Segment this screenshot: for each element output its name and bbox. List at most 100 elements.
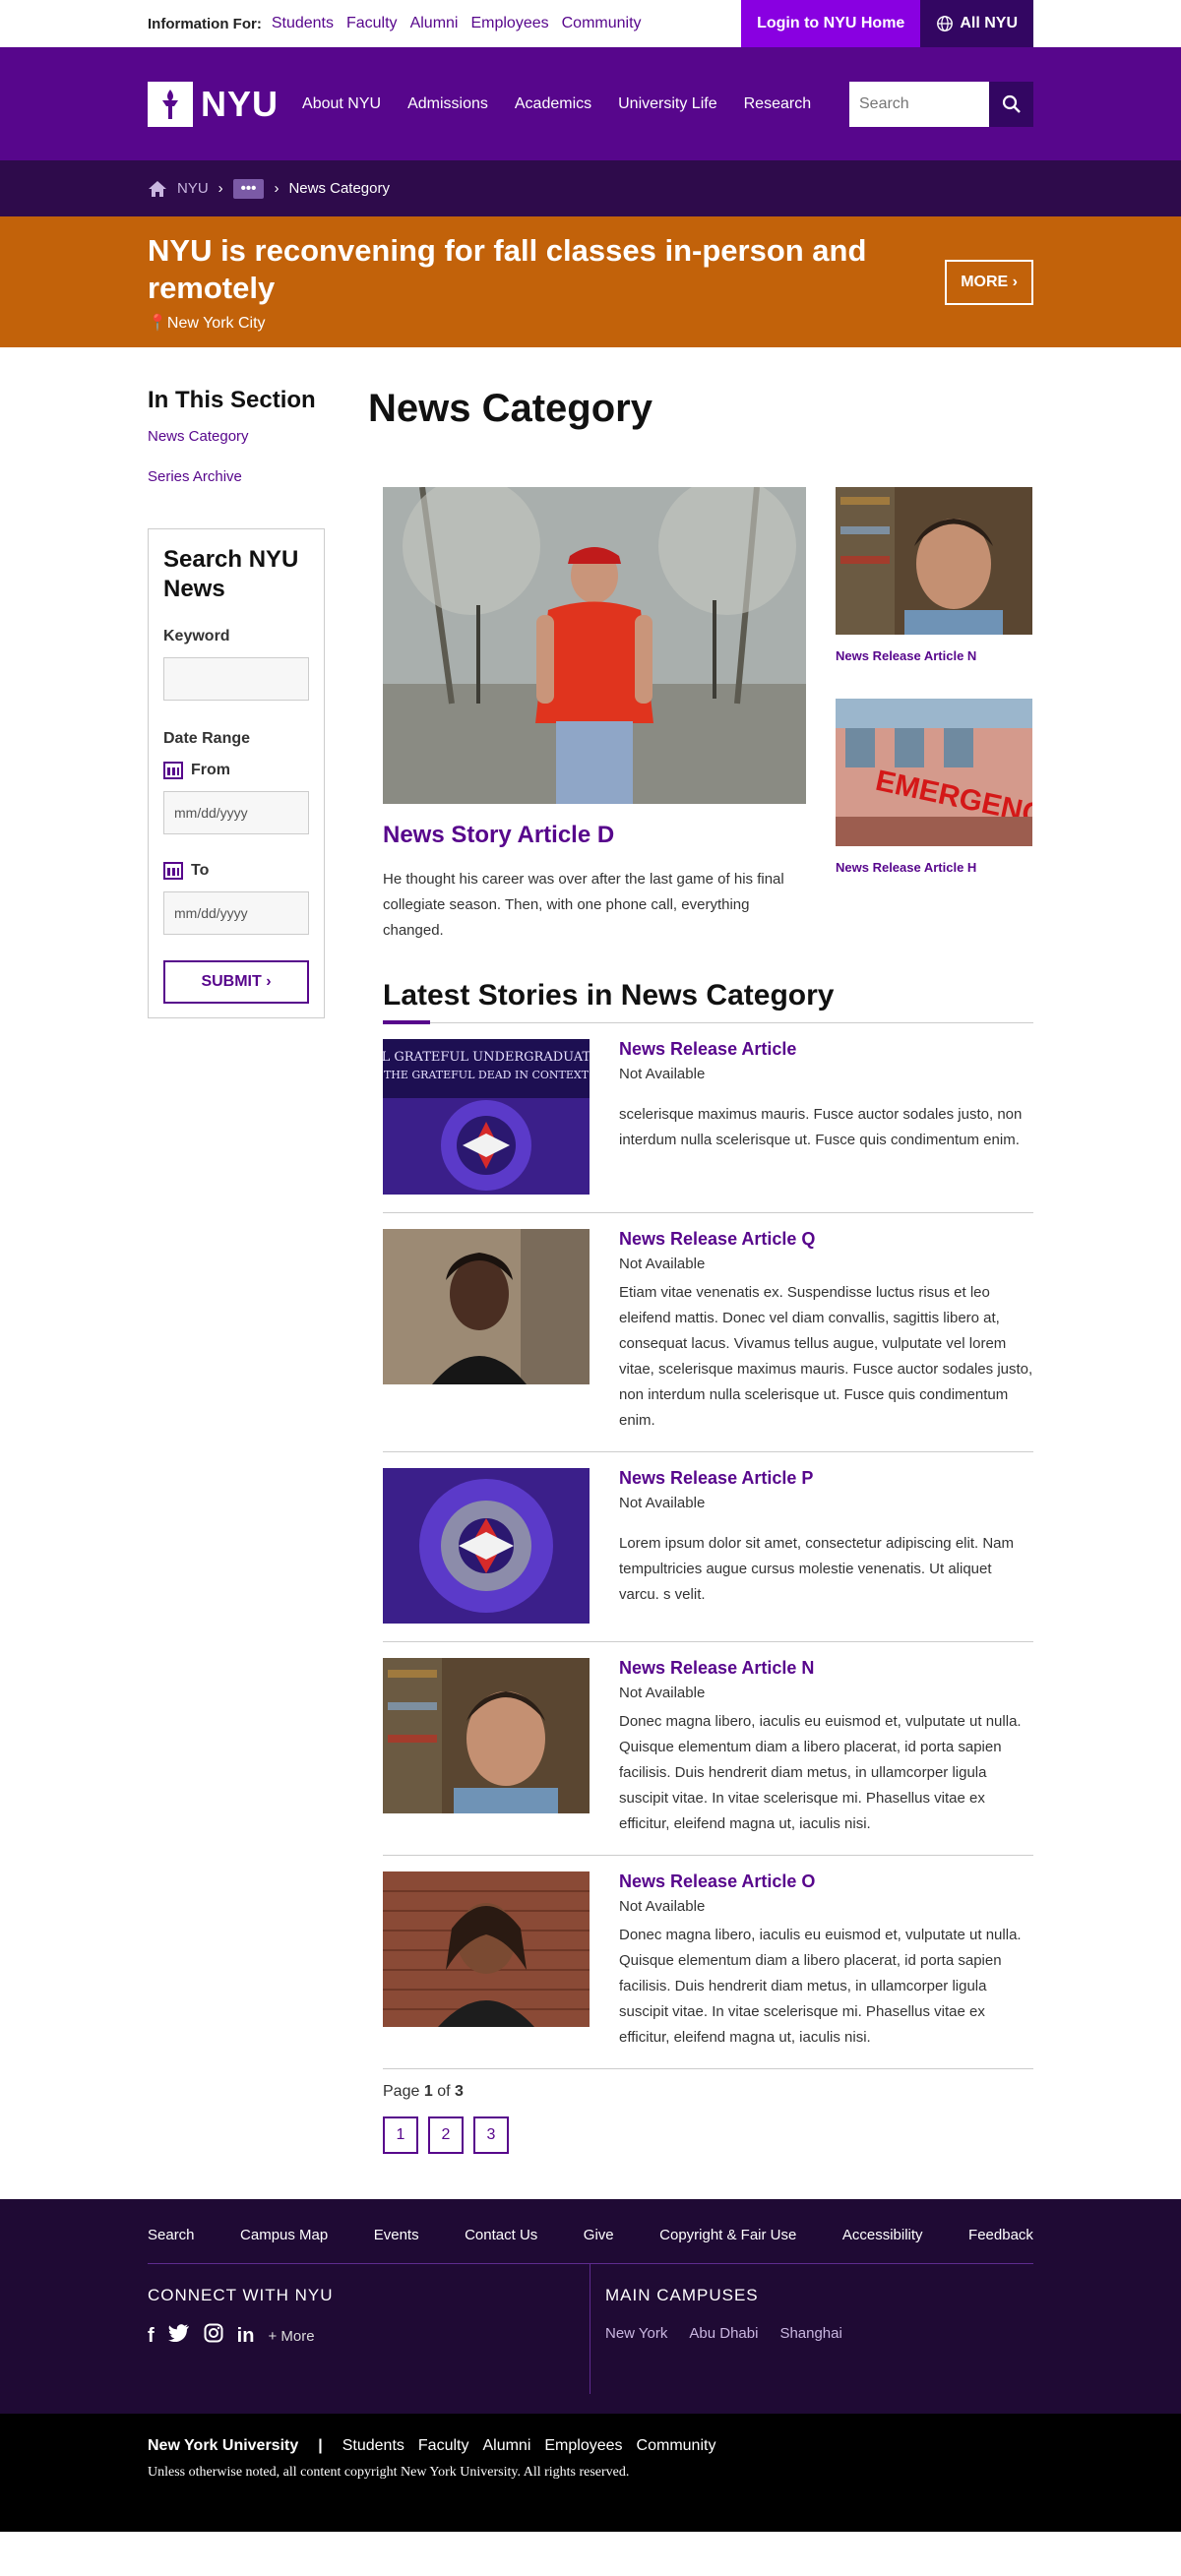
nav-academics[interactable]: Academics (515, 95, 591, 113)
search-news-card: Search NYU News Keyword Date Range From … (148, 528, 325, 1018)
connect-column: CONNECT WITH NYU f in + More (148, 2264, 590, 2394)
submit-button[interactable]: SUBMIT › (163, 960, 309, 1004)
story-thumbnail[interactable]: ALL GRATEFUL UNDERGRADUATES THE GRATEFUL… (383, 1039, 590, 1195)
utility-link-community[interactable]: Community (562, 15, 642, 32)
side-card[interactable]: EMERGENCY News Release Article H (836, 699, 1032, 875)
story-thumbnail[interactable] (383, 1229, 590, 1384)
page-prefix: Page (383, 2083, 420, 2100)
bottom-link-faculty[interactable]: Faculty (418, 2437, 469, 2455)
story-thumbnail[interactable] (383, 1468, 590, 1624)
calendar-icon (163, 762, 183, 779)
alert-more-button[interactable]: MORE › (945, 259, 1033, 305)
footer-links: Search Campus Map Events Contact Us Give… (148, 2227, 1033, 2264)
story-row: News Release Article P Not Available Lor… (383, 1452, 1033, 1642)
story-title[interactable]: News Release Article P (619, 1468, 1033, 1489)
search-icon (1002, 94, 1021, 113)
instagram-icon[interactable] (204, 2323, 223, 2349)
from-date-field[interactable]: mm/dd/yyyy (163, 791, 309, 834)
footer-link-events[interactable]: Events (374, 2227, 419, 2243)
breadcrumb-more-button[interactable]: ••• (232, 178, 265, 199)
campus-new-york[interactable]: New York (605, 2325, 667, 2342)
campus-abu-dhabi[interactable]: Abu Dhabi (689, 2325, 758, 2342)
home-icon[interactable] (148, 180, 167, 198)
copyright-notice: Unless otherwise noted, all content copy… (148, 2465, 630, 2480)
social-links: f in + More (148, 2323, 590, 2349)
facebook-icon[interactable]: f (148, 2325, 155, 2348)
utility-link-students[interactable]: Students (272, 15, 334, 32)
side-card-title[interactable]: News Release Article N (836, 648, 1032, 663)
footer-link-campus-map[interactable]: Campus Map (240, 2227, 328, 2243)
nav-research[interactable]: Research (744, 95, 811, 113)
campus-shanghai[interactable]: Shanghai (779, 2325, 841, 2342)
alert-banner: NYU is reconvening for fall classes in-p… (0, 216, 1181, 347)
all-nyu-button[interactable]: All NYU (920, 0, 1033, 47)
story-thumbnail[interactable] (383, 1658, 590, 1813)
chevron-right-icon: › (274, 180, 280, 197)
search-button[interactable] (989, 81, 1033, 127)
featured-main-story[interactable]: News Story Article D He thought his care… (383, 487, 806, 944)
sidebar: In This Section News Category Series Arc… (148, 387, 325, 2154)
story-subtitle: Not Available (619, 1685, 706, 1701)
side-card-photo[interactable]: EMERGENCY (836, 699, 1032, 846)
breadcrumb-current: News Category (288, 180, 390, 197)
side-card-title[interactable]: News Release Article H (836, 860, 1032, 875)
page-button-1[interactable]: 1 (383, 2116, 418, 2154)
story-excerpt: Donec magna libero, iaculis eu euismod e… (619, 1927, 1022, 2046)
story-title[interactable]: News Release Article N (619, 1658, 1033, 1679)
featured-photo[interactable] (383, 487, 806, 804)
page-title: News Category (368, 387, 653, 430)
page-of: of (437, 2083, 451, 2100)
footer-link-copyright[interactable]: Copyright & Fair Use (659, 2227, 796, 2243)
alert-location-text: New York City (166, 314, 266, 332)
breadcrumb-nyu[interactable]: NYU (177, 180, 209, 197)
footer-link-contact-us[interactable]: Contact Us (465, 2227, 537, 2243)
story-thumbnail[interactable] (383, 1871, 590, 2027)
footer-link-search[interactable]: Search (148, 2227, 195, 2243)
page-button-3[interactable]: 3 (473, 2116, 509, 2154)
sidebar-link-news-category[interactable]: News Category (148, 428, 325, 445)
footer-link-accessibility[interactable]: Accessibility (842, 2227, 923, 2243)
bottom-link-alumni[interactable]: Alumni (482, 2437, 530, 2455)
to-date-field[interactable]: mm/dd/yyyy (163, 891, 309, 935)
footer-link-feedback[interactable]: Feedback (968, 2227, 1033, 2243)
bottom-link-community[interactable]: Community (637, 2437, 716, 2455)
bottom-link-students[interactable]: Students (342, 2437, 404, 2455)
featured-story-desc: He thought his career was over after the… (383, 871, 784, 939)
side-card-photo[interactable] (836, 487, 1032, 635)
to-label-text: To (191, 862, 210, 879)
nav-university-life[interactable]: University Life (618, 95, 716, 113)
connect-title: CONNECT WITH NYU (148, 2286, 334, 2304)
story-row: News Release Article Q Not Available Eti… (383, 1213, 1033, 1452)
bottom-links: New York University | Students Faculty A… (148, 2437, 1033, 2455)
page-buttons: 1 2 3 (383, 2116, 1033, 2154)
chevron-right-icon: › (266, 973, 272, 990)
story-title[interactable]: News Release Article Q (619, 1229, 1033, 1250)
social-more-link[interactable]: + More (268, 2328, 314, 2345)
header-search (849, 81, 1033, 127)
twitter-icon[interactable] (167, 2324, 190, 2348)
torch-icon (148, 81, 193, 127)
story-title[interactable]: News Release Article (619, 1039, 1033, 1060)
utility-bar: Information For: Students Faculty Alumni… (0, 0, 1181, 47)
nav-about-nyu[interactable]: About NYU (302, 95, 381, 113)
nyu-logo[interactable]: NYU (148, 81, 279, 127)
linkedin-icon[interactable]: in (237, 2325, 255, 2348)
featured-stories: News Story Article D He thought his care… (383, 487, 1033, 944)
login-nyu-home-button[interactable]: Login to NYU Home (741, 0, 921, 47)
side-card[interactable]: News Release Article N (836, 487, 1032, 663)
keyword-field[interactable] (163, 657, 309, 701)
search-input[interactable] (849, 81, 989, 127)
utility-link-faculty[interactable]: Faculty (346, 15, 398, 32)
utility-link-alumni[interactable]: Alumni (410, 15, 459, 32)
sidebar-link-series-archive[interactable]: Series Archive (148, 468, 325, 485)
story-body: News Release Article P Not Available Lor… (619, 1468, 1033, 1624)
nav-admissions[interactable]: Admissions (407, 95, 488, 113)
footer-link-give[interactable]: Give (584, 2227, 614, 2243)
bottom-link-employees[interactable]: Employees (544, 2437, 622, 2455)
utility-link-employees[interactable]: Employees (470, 15, 548, 32)
nyu-brand-link[interactable]: New York University (148, 2437, 298, 2455)
page-button-2[interactable]: 2 (428, 2116, 464, 2154)
story-title[interactable]: News Release Article O (619, 1871, 1033, 1892)
featured-story-title[interactable]: News Story Article D (383, 822, 806, 849)
story-excerpt: Donec magna libero, iaculis eu euismod e… (619, 1713, 1022, 1832)
